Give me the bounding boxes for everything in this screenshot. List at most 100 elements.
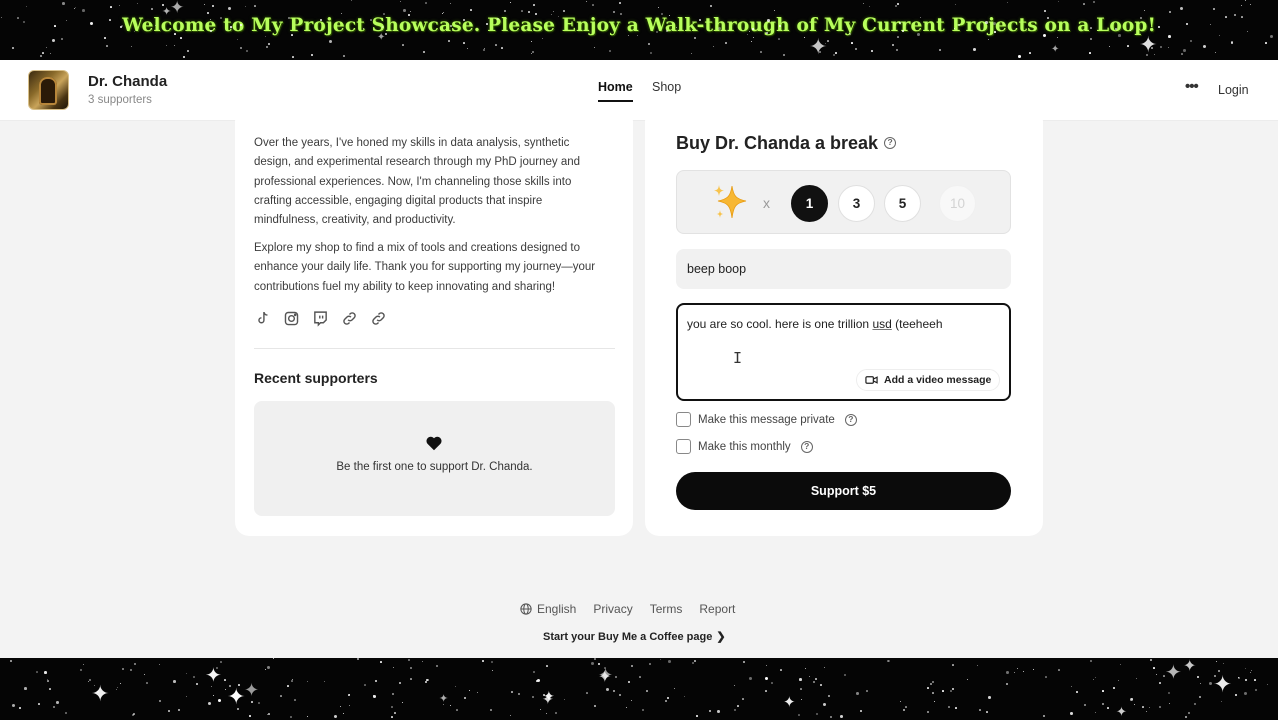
support-button[interactable]: Support $5 bbox=[676, 472, 1011, 510]
terms-link[interactable]: Terms bbox=[650, 602, 683, 616]
add-video-message-button[interactable]: Add a video message bbox=[856, 369, 1001, 391]
private-message-option[interactable]: Make this message private ? bbox=[676, 412, 857, 427]
star bbox=[213, 695, 215, 697]
star bbox=[204, 4, 206, 6]
link-icon[interactable] bbox=[370, 310, 387, 327]
star bbox=[767, 19, 770, 22]
star bbox=[833, 54, 835, 56]
star bbox=[830, 716, 833, 719]
creator-name[interactable]: Dr. Chanda bbox=[88, 73, 167, 90]
start-page-link[interactable]: Start your Buy Me a Coffee page ❯ bbox=[543, 630, 726, 643]
star bbox=[230, 26, 232, 28]
star bbox=[455, 686, 457, 688]
header: Dr. Chanda 3 supporters Home Shop ••• Lo… bbox=[0, 60, 1278, 121]
star bbox=[696, 715, 698, 717]
sparkle: ✦ bbox=[91, 682, 110, 707]
avatar[interactable] bbox=[28, 70, 69, 110]
star bbox=[660, 659, 662, 661]
help-icon[interactable]: ? bbox=[884, 136, 897, 149]
sparkle: ✦ bbox=[783, 693, 796, 711]
star bbox=[245, 6, 247, 8]
star bbox=[1241, 16, 1243, 18]
language-selector[interactable]: English bbox=[520, 602, 576, 616]
star bbox=[1043, 34, 1047, 38]
star bbox=[497, 18, 499, 20]
star bbox=[948, 706, 950, 708]
link-icon[interactable] bbox=[341, 310, 358, 327]
monthly-option[interactable]: Make this monthly ? bbox=[676, 439, 813, 454]
star bbox=[422, 661, 424, 663]
star bbox=[815, 678, 817, 680]
star bbox=[334, 715, 338, 719]
star bbox=[1115, 28, 1117, 30]
help-icon[interactable]: ? bbox=[844, 413, 857, 426]
star bbox=[254, 5, 256, 7]
about-paragraph: Over the years, I've honed my skills in … bbox=[254, 137, 581, 227]
report-link[interactable]: Report bbox=[699, 602, 735, 616]
star bbox=[993, 22, 996, 25]
star bbox=[224, 679, 226, 681]
instagram-icon[interactable] bbox=[283, 310, 300, 327]
star bbox=[280, 695, 282, 697]
star bbox=[12, 704, 16, 708]
message-textarea[interactable]: you are so cool. here is one trillion us… bbox=[676, 303, 1011, 401]
tab-shop[interactable]: Shop bbox=[652, 80, 681, 94]
star bbox=[1209, 682, 1213, 686]
star bbox=[518, 693, 520, 695]
quantity-option-3[interactable]: 3 bbox=[838, 185, 875, 222]
star bbox=[408, 659, 410, 661]
star bbox=[26, 6, 28, 8]
star bbox=[824, 667, 826, 669]
star bbox=[934, 701, 935, 702]
star bbox=[1169, 703, 1171, 705]
star bbox=[391, 716, 393, 718]
star bbox=[626, 707, 628, 709]
name-input[interactable]: beep boop bbox=[676, 249, 1011, 289]
twitch-icon[interactable] bbox=[312, 310, 329, 327]
star bbox=[668, 660, 671, 663]
star bbox=[408, 14, 410, 16]
star bbox=[393, 667, 395, 669]
login-link[interactable]: Login bbox=[1218, 83, 1249, 97]
star bbox=[349, 705, 351, 707]
tiktok-icon[interactable] bbox=[254, 310, 271, 327]
monthly-checkbox[interactable] bbox=[676, 439, 691, 454]
star bbox=[631, 665, 634, 668]
star bbox=[1033, 669, 1035, 671]
star bbox=[351, 0, 353, 2]
chevron-right-icon: ❯ bbox=[716, 631, 726, 643]
star bbox=[760, 51, 762, 53]
help-icon[interactable]: ? bbox=[800, 440, 813, 453]
tab-home[interactable]: Home bbox=[598, 80, 633, 102]
star bbox=[82, 9, 85, 12]
quantity-option-1[interactable]: 1 bbox=[791, 185, 828, 222]
star bbox=[649, 663, 651, 665]
star bbox=[650, 52, 652, 54]
private-checkbox[interactable] bbox=[676, 412, 691, 427]
star bbox=[521, 10, 523, 12]
star bbox=[902, 30, 904, 32]
star bbox=[483, 49, 485, 51]
star bbox=[973, 48, 976, 51]
star bbox=[955, 707, 957, 709]
quantity-option-10[interactable]: 10 bbox=[939, 185, 976, 222]
quantity-option-5[interactable]: 5 bbox=[884, 185, 921, 222]
star bbox=[133, 713, 135, 715]
star bbox=[1058, 669, 1060, 671]
quantity-selector: x 1 3 5 10 bbox=[676, 170, 1011, 234]
star bbox=[186, 696, 188, 698]
star bbox=[840, 715, 843, 718]
star bbox=[186, 673, 188, 675]
heart-icon bbox=[426, 436, 442, 451]
star bbox=[684, 696, 685, 697]
star bbox=[290, 716, 292, 718]
star bbox=[448, 40, 450, 42]
star bbox=[1084, 704, 1086, 706]
more-options-icon[interactable]: ••• bbox=[1185, 78, 1199, 95]
star bbox=[1093, 679, 1095, 681]
star bbox=[725, 42, 728, 45]
star bbox=[694, 660, 697, 663]
star bbox=[856, 692, 859, 695]
privacy-link[interactable]: Privacy bbox=[593, 602, 632, 616]
sparkle: ✦ bbox=[1139, 33, 1158, 58]
